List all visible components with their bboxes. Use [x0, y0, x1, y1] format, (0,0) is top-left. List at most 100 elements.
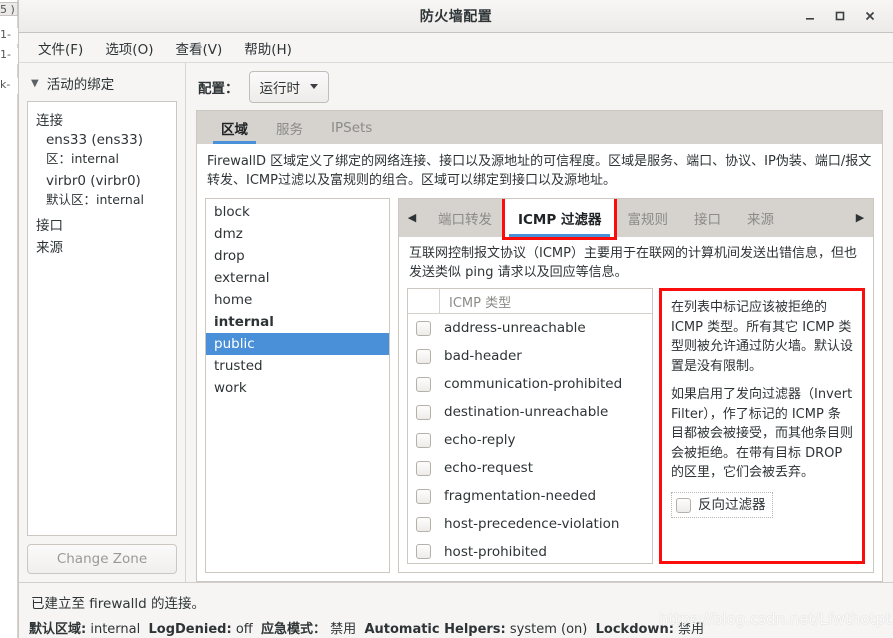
icmp-info-paragraph-2: 如果启用了发向过滤器（Invert Filter），作了标记的 ICMP 条目都… [671, 387, 854, 481]
configuration-selected-value: 运行时 [259, 80, 301, 97]
connection-name: virbr0 (virbr0) [46, 173, 141, 189]
menu-help[interactable]: 帮助(H) [235, 35, 301, 61]
status-panic-mode-value: 禁用 [330, 622, 357, 637]
configuration-select[interactable]: 运行时 [248, 70, 329, 103]
bindings-group-sources[interactable]: 来源 [36, 236, 168, 256]
icmp-type-checkbox[interactable] [416, 488, 431, 504]
configuration-label: 配置： [198, 80, 239, 97]
tab-icmp-filter[interactable]: ICMP 过滤器 [501, 198, 618, 240]
primary-tab-bar: 区域 服务 IPSets [197, 111, 882, 144]
left-arrow-icon[interactable]: ◀ [399, 199, 425, 237]
status-automatic-helpers-label: Automatic Helpers: [364, 622, 506, 637]
right-arrow-icon[interactable]: ▶ [847, 199, 873, 237]
tab-services[interactable]: 服务 [262, 111, 317, 144]
menu-view[interactable]: 查看(V) [166, 35, 231, 61]
menu-bar: 文件(F) 选项(O) 查看(V) 帮助(H) [19, 33, 893, 63]
maximize-icon[interactable] [825, 3, 855, 29]
zone-list-item-selected[interactable]: public [206, 332, 389, 355]
icmp-type-label: host-prohibited [444, 543, 547, 560]
invert-filter-checkbox[interactable] [676, 497, 691, 513]
bg-fragment-2: 1- [0, 48, 18, 64]
table-row[interactable]: host-prohibited [408, 538, 652, 563]
connection-name: ens33 (ens33) [46, 132, 143, 148]
bg-fragment-0: 5 ) [0, 2, 18, 16]
bindings-list[interactable]: 连接 ens33 (ens33) 区：internal virbr0 (virb… [27, 101, 177, 536]
table-row[interactable]: bad-header [408, 342, 652, 370]
icmp-info-paragraph-1: 在列表中标记应该被拒绝的 ICMP 类型。所有其它 ICMP 类型则被允许通过防… [671, 300, 854, 374]
zone-description: FirewallD 区域定义了绑定的网络连接、接口以及源地址的可信程度。区域是服… [207, 154, 872, 188]
bg-fragment-1: 1- [0, 28, 18, 44]
status-panic-mode-label: 应急模式： [261, 622, 327, 637]
status-logdenied-value: off [235, 622, 253, 637]
icmp-type-label: bad-header [444, 348, 522, 365]
zone-body: block dmz drop external home internal pu… [197, 197, 882, 581]
icmp-type-label: address-unreachable [444, 320, 586, 337]
zone-list-item[interactable]: work [206, 377, 389, 399]
icmp-type-column-header: ICMP 类型 [449, 295, 512, 311]
zone-list[interactable]: block dmz drop external home internal pu… [205, 197, 390, 573]
table-row[interactable]: echo-request [408, 454, 652, 482]
connection-zone-value: internal [96, 192, 144, 207]
zone-list-item[interactable]: block [206, 201, 389, 223]
connection-zone-value: internal [71, 151, 119, 166]
screen-root: 5 ) 1- 1- k- 防火墙配置 文件(F) 选项(O) 查看(V) 帮助(… [0, 0, 893, 638]
tab-sources[interactable]: 来源 [734, 199, 787, 237]
icmp-type-checkbox[interactable] [416, 404, 431, 420]
menu-options[interactable]: 选项(O) [96, 35, 162, 61]
list-item[interactable]: ens33 (ens33) 区：internal [46, 132, 168, 167]
tab-ipsets[interactable]: IPSets [317, 111, 386, 144]
chevron-down-icon: ▼ [31, 77, 39, 89]
table-row[interactable]: host-precedence-violation [408, 510, 652, 538]
icmp-type-checkbox[interactable] [416, 348, 431, 364]
chevron-down-icon [310, 84, 318, 89]
minimize-icon[interactable] [795, 3, 825, 29]
connection-zone-label: 区： [46, 151, 72, 166]
icmp-type-checkbox[interactable] [416, 376, 431, 392]
zone-list-item[interactable]: drop [206, 245, 389, 267]
invert-filter-row[interactable]: 反向过滤器 [671, 491, 773, 519]
tab-zones[interactable]: 区域 [207, 111, 262, 144]
window-title: 防火墙配置 [419, 9, 493, 25]
zone-list-item[interactable]: dmz [206, 223, 389, 245]
tab-rich-rules[interactable]: 富规则 [614, 199, 681, 237]
bindings-group-connections[interactable]: 连接 [36, 109, 168, 129]
icmp-type-checkbox[interactable] [416, 516, 431, 532]
zone-list-item[interactable]: external [206, 267, 389, 289]
icmp-type-label: echo-request [444, 460, 533, 477]
zone-list-item[interactable]: home [206, 289, 389, 311]
active-bindings-header[interactable]: ▼ 活动的绑定 [27, 71, 177, 101]
title-bar: 防火墙配置 [19, 0, 893, 33]
table-row[interactable]: communication-prohibited [408, 370, 652, 398]
change-zone-button[interactable]: Change Zone [27, 544, 177, 574]
icmp-type-checkbox[interactable] [416, 460, 431, 476]
icmp-type-label: host-precedence-violation [444, 516, 620, 533]
firewall-config-window: 防火墙配置 文件(F) 选项(O) 查看(V) 帮助(H) ▼ 活动的绑定 连接… [18, 0, 893, 638]
table-row[interactable]: destination-unreachable [408, 398, 652, 426]
zone-list-item[interactable]: trusted [206, 355, 389, 377]
icmp-description: 互联网控制报文协议（ICMP）主要用于在联网的计算机间发送出错信息，但也发送类似… [409, 245, 857, 280]
status-logdenied-label: LogDenied: [148, 622, 232, 637]
zone-list-item-default[interactable]: internal [206, 311, 389, 333]
secondary-tab-bar: ◀ 端口转发 ICMP 过滤器 富规则 接口 来源 ▶ [399, 198, 873, 240]
icmp-type-checkbox[interactable] [416, 544, 431, 560]
icmp-type-checkbox[interactable] [416, 432, 431, 448]
icmp-type-checkbox[interactable] [416, 320, 431, 336]
window-controls [795, 3, 893, 29]
tab-port-forwarding[interactable]: 端口转发 [425, 199, 505, 237]
close-icon[interactable] [855, 3, 885, 29]
icmp-type-rows: address-unreachable bad-header communica… [408, 314, 652, 563]
status-default-zone-value: internal [90, 622, 141, 637]
status-lockdown-label: Lockdown: [595, 622, 674, 637]
icmp-type-label: echo-reply [444, 432, 516, 449]
main-pane: 配置： 运行时 区域 服务 IPSets FirewallD 区域定义了绑定的网… [186, 63, 893, 582]
table-row[interactable]: fragmentation-needed [408, 482, 652, 510]
tab-interfaces[interactable]: 接口 [681, 199, 734, 237]
icmp-info-panel: 在列表中标记应该被拒绝的 ICMP 类型。所有其它 ICMP 类型则被允许通过防… [659, 288, 865, 564]
bindings-group-interfaces[interactable]: 接口 [36, 214, 168, 234]
icmp-type-label: fragmentation-needed [444, 488, 597, 505]
table-row[interactable]: address-unreachable [408, 314, 652, 342]
menu-file[interactable]: 文件(F) [29, 35, 92, 61]
list-item[interactable]: virbr0 (virbr0) 默认区：internal [46, 173, 168, 208]
icmp-type-table[interactable]: ICMP 类型 address-unreachable bad-header c… [407, 288, 653, 564]
table-row[interactable]: echo-reply [408, 426, 652, 454]
